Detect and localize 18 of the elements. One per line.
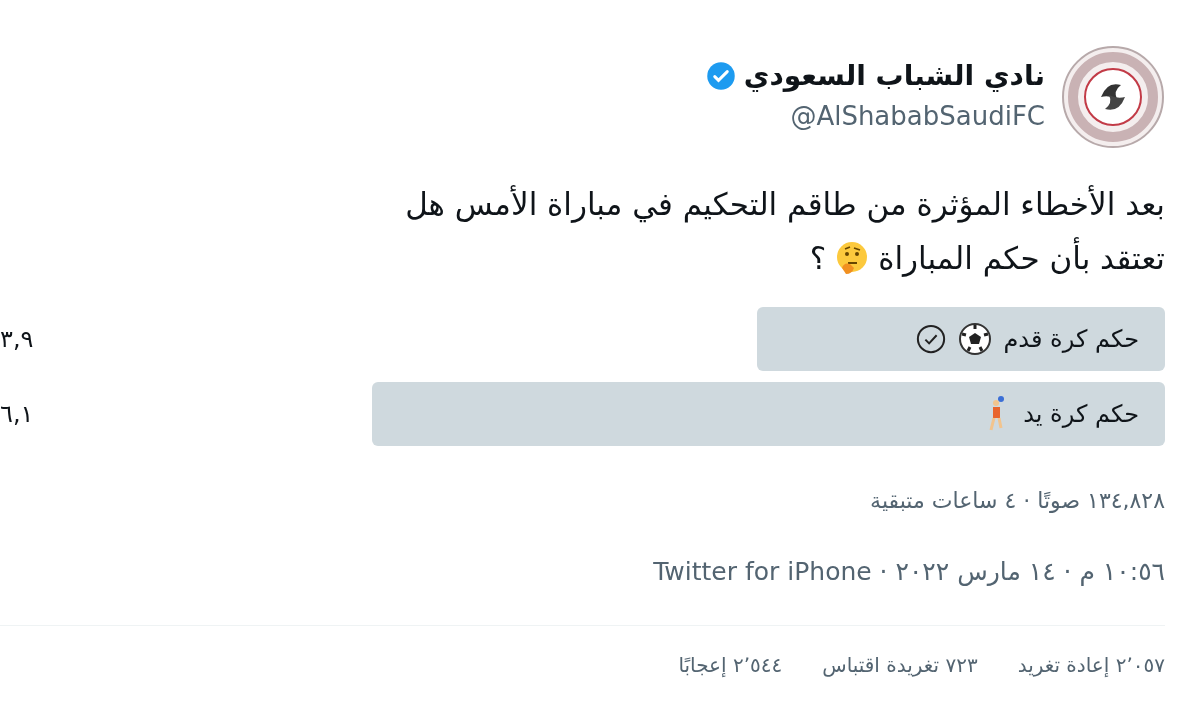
engagement-count[interactable]: ٢٬٥٤٤ إعجابًا: [678, 649, 783, 680]
account-name[interactable]: نادي الشباب السعودي: [743, 58, 1045, 93]
poll-option-track[interactable]: حكم كرة يد: [55, 382, 1165, 446]
engagement-count[interactable]: ٢٬٠٥٧ إعادة تغريد: [1017, 649, 1165, 680]
poll-percentage: ٦,١: [0, 399, 35, 430]
check-circle-icon: [915, 324, 946, 354]
poll-summary: ١٣٤,٨٢٨ صوتًا · ٤ ساعات متبقية: [869, 487, 1165, 515]
soccer-ball-icon: [957, 322, 992, 356]
account-handle[interactable]: @AlShababSaudiFC: [705, 97, 1045, 136]
tweet-text: بعد الأخطاء المؤثرة من طاقم التحكيم في مباراة الأمس هل: [404, 184, 1165, 225]
tweet-text: تعتقد بأن حكم المباراة: [878, 231, 1165, 285]
tweet-timestamp[interactable]: ١٠:٥٦ م · ١٤ مارس ٢٠٢٢ · Twitter for iPhone: [0, 553, 1165, 591]
poll-option-label: حكم كرة يد: [1023, 399, 1139, 430]
question-mark: ؟: [809, 239, 827, 278]
poll-percentage: ٣,٩: [0, 324, 35, 355]
poll-option-track[interactable]: حكم كرة قدم: [55, 307, 1165, 371]
poll-option-label: حكم كرة قدم: [1003, 324, 1139, 355]
engagement-count[interactable]: ٧٢٣ تغريدة اقتباس: [822, 649, 978, 680]
